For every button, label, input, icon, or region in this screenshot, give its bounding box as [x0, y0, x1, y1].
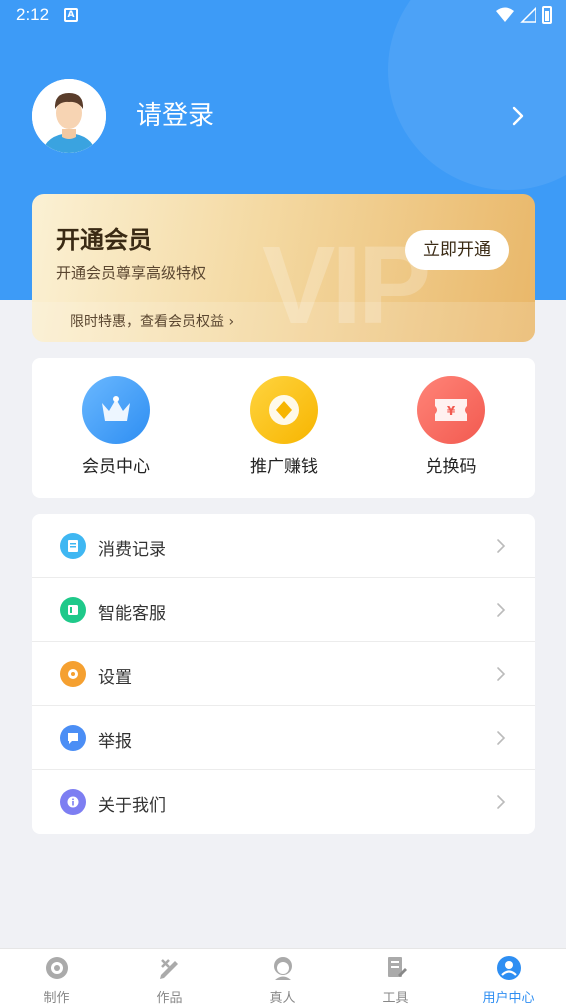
chevron-right-icon [497, 795, 506, 809]
svg-text:¥: ¥ [447, 404, 456, 418]
vip-benefits-link[interactable]: 限时特惠，查看会员权益 › [70, 311, 234, 331]
login-text[interactable]: 请登录 [136, 95, 214, 132]
chevron-right-icon [497, 731, 506, 745]
works-icon [159, 959, 178, 979]
chevron-right-icon[interactable] [508, 104, 528, 128]
menu-item-settings[interactable]: 设置 [32, 642, 535, 706]
menu-item-label: 举报 [98, 732, 132, 752]
tab-label: 制作 [43, 991, 70, 1006]
menu-item-about-us[interactable]: 关于我们 [32, 770, 535, 834]
menu-item-customer-service[interactable]: 智能客服 [32, 578, 535, 642]
menu-item-label: 关于我们 [98, 796, 166, 816]
quick-action-label: 兑换码 [425, 457, 477, 477]
tab-create[interactable]: 制作 [0, 955, 113, 1006]
quick-action-member-center[interactable]: 会员中心 [66, 376, 166, 477]
tab-label: 作品 [156, 991, 183, 1006]
status-bar: 2:12 A [0, 0, 566, 30]
tab-real-person[interactable]: 真人 [226, 955, 339, 1006]
chevron-right-icon [497, 603, 506, 617]
tab-works[interactable]: 作品 [113, 955, 226, 1006]
quick-actions-card: 会员中心 推广赚钱 ¥ 兑换码 [32, 358, 535, 498]
battery-icon [542, 6, 552, 24]
menu-list: 消费记录 智能客服 设置 举报 关于我们 [32, 514, 535, 834]
menu-item-label: 智能客服 [98, 604, 166, 624]
coin-icon [250, 376, 318, 444]
activate-vip-button[interactable]: 立即开通 [405, 230, 509, 270]
menu-item-label: 消费记录 [98, 540, 166, 560]
menu-item-purchase-records[interactable]: 消费记录 [32, 514, 535, 578]
report-icon [60, 725, 86, 751]
wifi-icon [496, 7, 514, 22]
service-icon [60, 597, 86, 623]
quick-action-redeem[interactable]: ¥ 兑换码 [401, 376, 501, 477]
chevron-right-icon [497, 667, 506, 681]
gear-icon [60, 661, 86, 687]
crown-icon [82, 376, 150, 444]
quick-action-label: 推广赚钱 [250, 457, 318, 477]
tab-user-center[interactable]: 用户中心 [452, 955, 565, 1006]
ticket-icon: ¥ [417, 376, 485, 444]
tab-label: 工具 [382, 991, 409, 1006]
person-icon [273, 957, 292, 980]
quick-action-label: 会员中心 [82, 457, 150, 477]
notification-icon: A [64, 8, 78, 22]
signal-icon [520, 7, 536, 23]
avatar-placeholder-icon [32, 79, 106, 153]
avatar[interactable] [32, 79, 106, 153]
info-icon [60, 789, 86, 815]
chevron-right-icon [497, 539, 506, 553]
menu-item-label: 设置 [98, 668, 132, 688]
user-center-icon [496, 956, 521, 980]
tab-label: 用户中心 [482, 991, 535, 1006]
tab-tools[interactable]: 工具 [339, 955, 452, 1006]
vip-title: 开通会员 [56, 226, 152, 254]
vip-card[interactable]: VIP 开通会员 开通会员尊享高级特权 立即开通 限时特惠，查看会员权益 › [32, 194, 535, 342]
quick-action-promote[interactable]: 推广赚钱 [234, 376, 334, 477]
menu-item-report[interactable]: 举报 [32, 706, 535, 770]
tab-label: 真人 [269, 991, 296, 1006]
tools-icon [387, 957, 407, 977]
status-indicators [496, 6, 552, 24]
vip-subtitle: 开通会员尊享高级特权 [56, 264, 207, 282]
receipt-icon [60, 533, 86, 559]
create-icon [45, 957, 68, 979]
bottom-tab-bar: 制作 作品 真人 工具 用户中心 [0, 948, 566, 1008]
status-time: 2:12 [16, 5, 50, 24]
